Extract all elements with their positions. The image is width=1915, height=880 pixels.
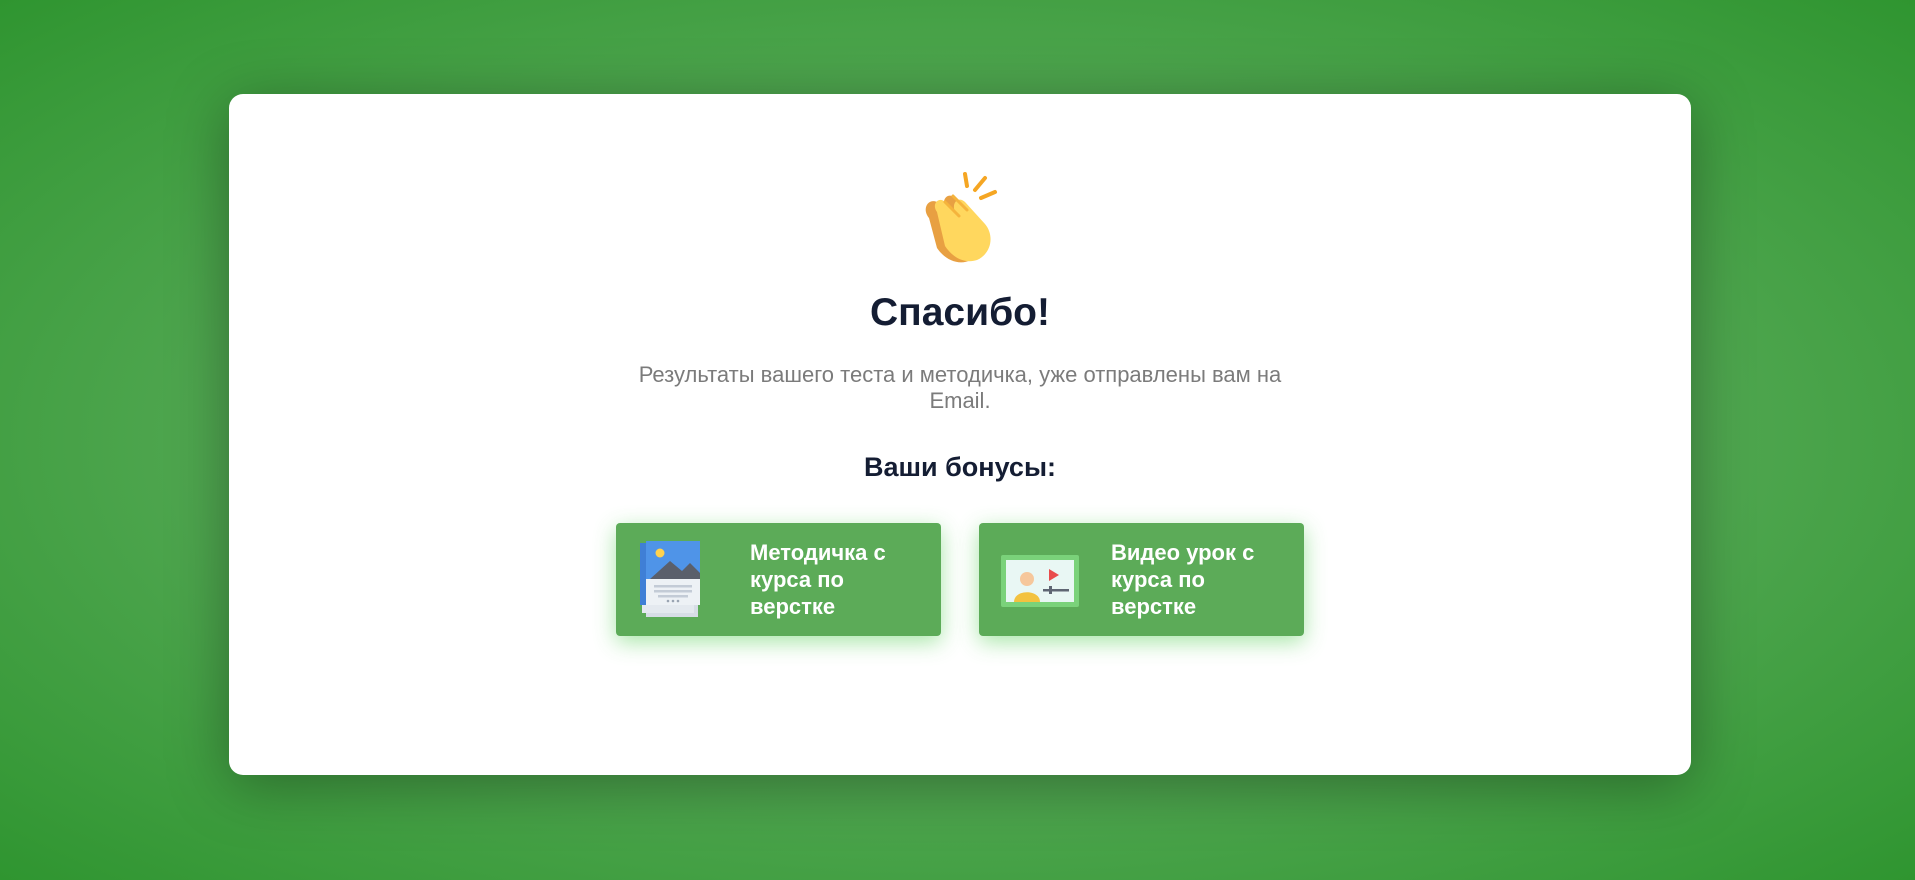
clapping-hands-icon — [925, 172, 997, 263]
document-image-icon — [640, 540, 700, 617]
page-title: Спасибо! — [870, 291, 1050, 334]
bonus-video-label: Видео урок с курса по верстке — [1111, 540, 1255, 619]
thank-you-card: Спасибо! Результаты вашего теста и метод… — [229, 94, 1691, 775]
video-lesson-icon — [1001, 554, 1079, 607]
bonus-guide-button[interactable]: Методичка с курса по верстке — [616, 523, 941, 636]
bonuses-heading: Ваши бонусы: — [863, 452, 1056, 482]
confirmation-text: Результаты вашего теста и методичка, уже… — [638, 362, 1282, 413]
bonus-guide-label: Методичка с курса по верстке — [750, 540, 886, 619]
bonus-video-button[interactable]: Видео урок с курса по верстке — [979, 523, 1304, 636]
